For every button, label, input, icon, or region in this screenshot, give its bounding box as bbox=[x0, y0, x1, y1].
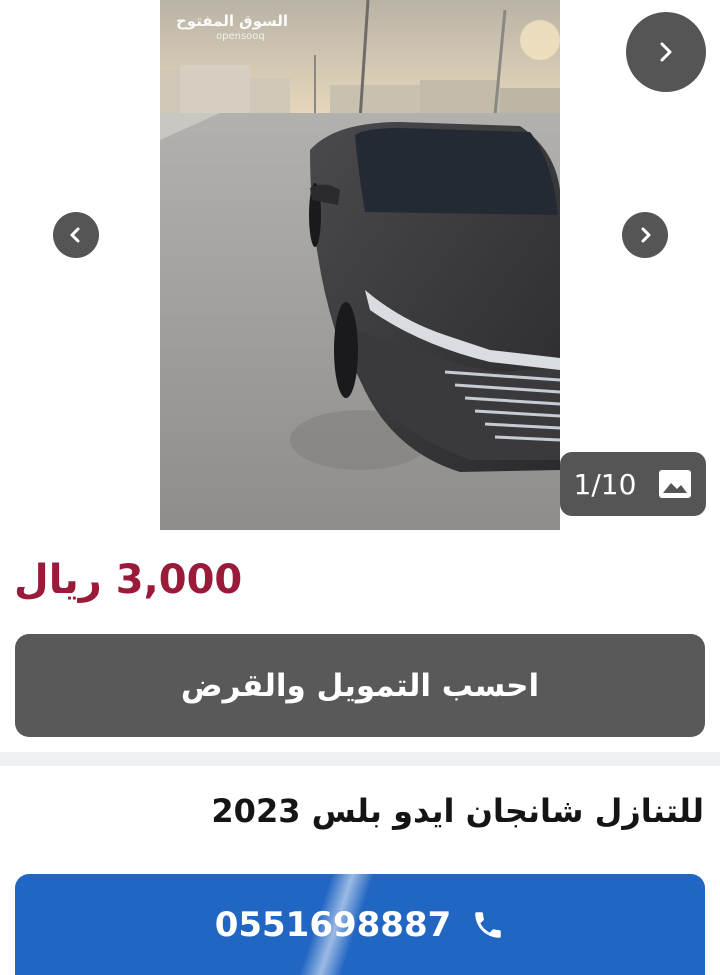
watermark-english: opensooq bbox=[216, 31, 265, 42]
call-button[interactable]: 0551698887 bbox=[15, 874, 705, 975]
chevron-right-icon bbox=[641, 227, 651, 243]
section-divider bbox=[0, 752, 720, 766]
next-image-button-top[interactable] bbox=[626, 12, 706, 92]
previous-image-button[interactable] bbox=[53, 212, 99, 258]
chevron-left-icon bbox=[70, 227, 80, 243]
price: 3,000 ريال bbox=[14, 557, 243, 603]
image-counter-text: 1/10 bbox=[573, 467, 637, 501]
car-photo[interactable]: السوق المفتوح opensooq bbox=[160, 0, 560, 530]
next-image-button[interactable] bbox=[622, 212, 668, 258]
image-gallery[interactable]: السوق المفتوح opensooq 1/10 bbox=[0, 0, 720, 530]
watermark: السوق المفتوح opensooq bbox=[176, 14, 288, 42]
phone-icon bbox=[475, 911, 502, 938]
image-icon bbox=[659, 470, 692, 498]
listing-title: للتنازل شانجان ايدو بلس 2023 bbox=[211, 792, 704, 830]
phone-number: 0551698887 bbox=[214, 904, 452, 945]
image-counter[interactable]: 1/10 bbox=[560, 452, 706, 516]
chevron-right-icon bbox=[660, 42, 672, 62]
finance-calculator-button[interactable]: احسب التمويل والقرض bbox=[15, 634, 705, 737]
car-photo-illustration bbox=[160, 0, 560, 530]
listing-page: السوق المفتوح opensooq 1/10 3,000 ريال ا… bbox=[0, 0, 720, 975]
watermark-arabic: السوق المفتوح bbox=[176, 12, 289, 30]
